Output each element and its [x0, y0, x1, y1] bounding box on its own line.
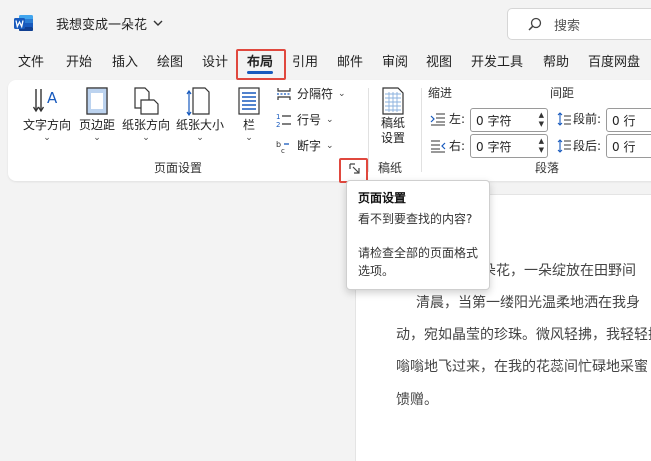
spacing-after-row: 段后: [557, 137, 601, 154]
chevron-down-icon: ⌄ [326, 114, 334, 125]
tab-help[interactable]: 帮助 [543, 48, 569, 78]
page-setup-group-label: 页面设置 [154, 161, 203, 175]
tab-design[interactable]: 设计 [202, 48, 228, 78]
document-line: 朵花，一朵绽放在田野间 [482, 263, 636, 279]
svg-text:c: c [281, 147, 285, 154]
hyphenation-button[interactable]: bc 断字 ⌄ [276, 137, 334, 154]
indent-left-input[interactable]: 0 字符 ▲ ▼ [470, 108, 548, 132]
margins-icon [86, 87, 108, 115]
columns-icon [238, 87, 260, 115]
group-separator [421, 88, 422, 172]
ribbon-tab-bar: 文件 开始 插入 绘图 设计 布局 引用 邮件 审阅 视图 开发工具 帮助 百度… [0, 48, 651, 78]
tooltip-line: 看不到要查找的内容? [358, 212, 473, 226]
spinner-arrows-icon[interactable]: ▲ ▼ [539, 111, 544, 129]
indent-right-row: 右: [430, 137, 465, 154]
chevron-down-icon: ⌄ [196, 133, 204, 143]
indent-right-label: 右: [449, 139, 466, 153]
search-placeholder: 搜索 [554, 18, 581, 34]
hyphenation-label: 断字 [297, 139, 322, 153]
spinner-arrows-icon[interactable]: ▲ ▼ [539, 137, 544, 155]
tab-draw[interactable]: 绘图 [157, 48, 183, 78]
document-line: 馈赠。 [396, 392, 438, 408]
spacing-after-label: 段后: [573, 139, 602, 153]
ribbon-panel: A 文字方向 ⌄ 页边距 ⌄ 纸张方向 ⌄ 纸张大小 ⌄ 栏 ⌄ 分隔符 ⌄ 1… [8, 80, 651, 181]
spacing-after-icon [557, 138, 571, 153]
tab-references[interactable]: 引用 [292, 48, 318, 78]
chevron-down-icon: ⌄ [43, 133, 51, 143]
layout-tab-highlight [236, 49, 286, 80]
spacing-header: 间距 [550, 86, 575, 100]
line-numbers-label: 行号 [297, 113, 322, 127]
manuscript-icon [382, 87, 404, 115]
breaks-label: 分隔符 [297, 87, 334, 101]
tab-developer[interactable]: 开发工具 [471, 48, 523, 78]
spacing-before-icon [557, 111, 571, 126]
size-label: 纸张大小 [175, 118, 224, 132]
document-title-text: 我想变成一朵花 [56, 18, 148, 33]
indent-header: 缩进 [428, 86, 453, 100]
chevron-down-icon: ⌄ [326, 140, 334, 151]
page-setup-tooltip: 页面设置 看不到要查找的内容? 请检查全部的页面格式选项。 [346, 180, 490, 290]
margins-label: 页边距 [78, 118, 115, 132]
tab-mailings[interactable]: 邮件 [337, 48, 363, 78]
document-title[interactable]: 我想变成一朵花 [56, 14, 163, 33]
indent-right-value: 0 字符 [476, 139, 512, 154]
word-app-icon [14, 14, 34, 32]
text-direction-icon: A [32, 89, 58, 113]
spacing-before-input[interactable]: 0 行 [606, 108, 651, 132]
indent-left-icon [430, 113, 445, 125]
indent-left-row: 左: [430, 110, 465, 127]
columns-button[interactable]: 栏 ⌄ [234, 86, 264, 143]
indent-left-label: 左: [449, 112, 466, 126]
spacing-before-label: 段前: [573, 112, 602, 126]
text-direction-button[interactable]: A 文字方向 ⌄ [20, 86, 74, 143]
orientation-label: 纸张方向 [121, 118, 170, 132]
orientation-icon [134, 87, 159, 115]
spacing-after-input[interactable]: 0 行 [606, 134, 651, 158]
group-separator [368, 88, 369, 172]
search-icon [528, 17, 542, 31]
document-line: 嗡嗡地飞过来，在我的花蕊间忙碌地采蜜 [396, 359, 648, 375]
chevron-down-icon: ⌄ [245, 133, 253, 143]
manuscript-settings-button[interactable]: 稿纸 设置 [374, 86, 412, 146]
breaks-icon [277, 87, 291, 100]
spacing-before-row: 段前: [557, 110, 601, 127]
text-direction-label: 文字方向 [22, 118, 71, 132]
orientation-button[interactable]: 纸张方向 ⌄ [120, 86, 172, 143]
chevron-down-icon: ⌄ [142, 133, 150, 143]
tab-insert[interactable]: 插入 [112, 48, 138, 78]
tab-baidu-netdisk[interactable]: 百度网盘 [588, 48, 640, 78]
svg-text:2: 2 [276, 121, 280, 128]
size-button[interactable]: 纸张大小 ⌄ [174, 86, 226, 143]
manuscript-label: 稿纸 设置 [380, 116, 405, 145]
spacing-after-value: 0 行 [612, 139, 636, 154]
breaks-button[interactable]: 分隔符 ⌄ [276, 85, 346, 102]
search-box[interactable]: 搜索 [507, 8, 651, 40]
tab-file[interactable]: 文件 [18, 48, 44, 78]
chevron-down-icon [153, 20, 163, 26]
tab-home[interactable]: 开始 [66, 48, 92, 78]
tab-view[interactable]: 视图 [426, 48, 452, 78]
indent-right-input[interactable]: 0 字符 ▲ ▼ [470, 134, 548, 158]
margins-button[interactable]: 页边距 ⌄ [76, 86, 118, 143]
tooltip-title: 页面设置 [358, 191, 407, 205]
svg-text:A: A [47, 89, 58, 107]
hyphenation-icon: bc [276, 140, 289, 154]
manuscript-group-label: 稿纸 [378, 161, 403, 175]
paragraph-group-label: 段落 [535, 161, 560, 175]
line-numbers-icon: 12 [276, 113, 291, 128]
indent-right-icon [431, 140, 446, 152]
document-line: 清晨，当第一缕阳光温柔地洒在我身 [416, 295, 640, 311]
tooltip-line: 请检查全部的页面格式选项。 [358, 246, 479, 278]
spacing-before-value: 0 行 [612, 113, 636, 128]
document-line: 动，宛如晶莹的珍珠。微风轻拂，我轻轻摇 [396, 327, 651, 343]
line-numbers-button[interactable]: 12 行号 ⌄ [276, 111, 334, 128]
columns-label: 栏 [242, 118, 255, 132]
indent-left-value: 0 字符 [476, 113, 512, 128]
chevron-down-icon: ⌄ [338, 88, 346, 99]
paper-size-icon [186, 87, 210, 116]
tab-review[interactable]: 审阅 [382, 48, 408, 78]
svg-text:1: 1 [276, 113, 280, 121]
chevron-down-icon: ⌄ [93, 133, 101, 143]
